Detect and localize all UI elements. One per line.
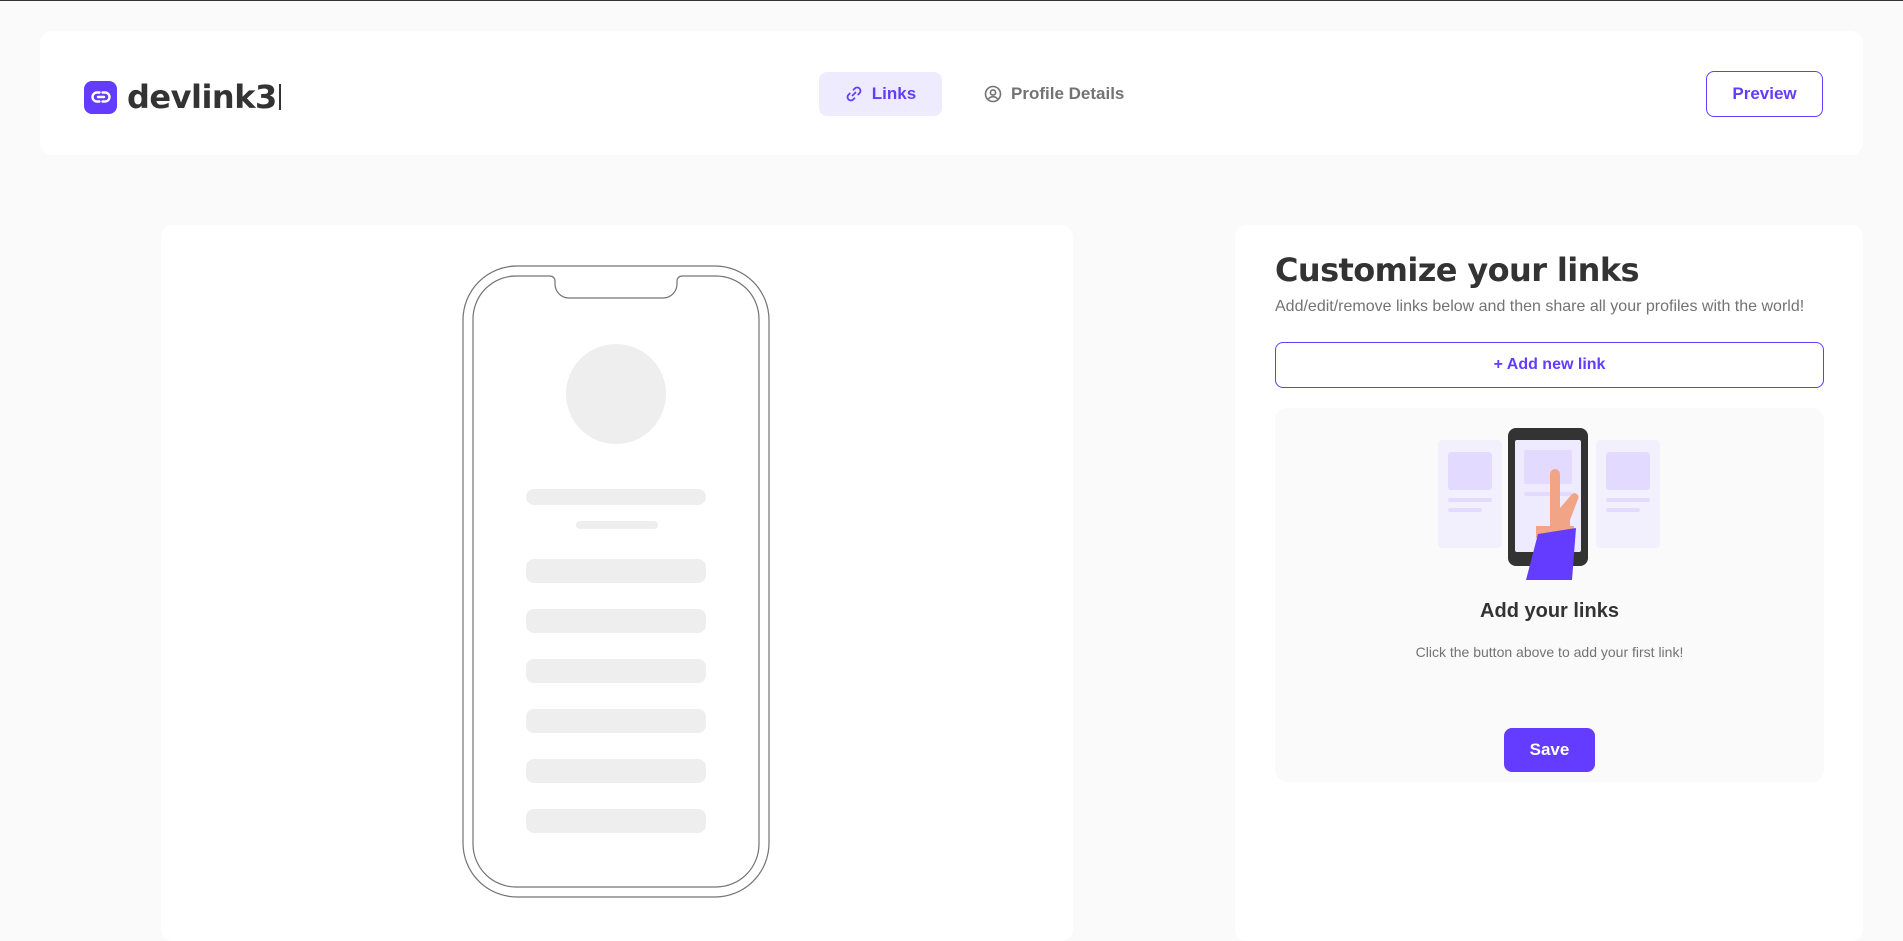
hand-phone-icon xyxy=(1438,428,1660,580)
tab-profile-details-label: Profile Details xyxy=(1011,84,1125,103)
tab-profile-details[interactable]: Profile Details xyxy=(958,72,1150,116)
add-new-link-button[interactable]: + Add new link xyxy=(1275,342,1824,388)
links-editor-panel: Customize your links Add/edit/remove lin… xyxy=(1235,225,1863,941)
page-subtitle: Add/edit/remove links below and then sha… xyxy=(1275,298,1805,315)
app-logo[interactable]: devlink3 xyxy=(84,78,281,116)
phone-mockup-illustration xyxy=(462,265,770,898)
empty-state-card: Add your links Click the button above to… xyxy=(1275,408,1824,782)
top-nav-bar: devlink3 Links Profile Details Preview xyxy=(40,31,1863,155)
empty-state-text: Click the button above to add your first… xyxy=(1415,644,1684,660)
preview-button[interactable]: Preview xyxy=(1706,71,1823,117)
page-title: Customize your links xyxy=(1275,251,1640,289)
empty-state-title: Add your links xyxy=(1480,600,1619,622)
window-top-border xyxy=(0,0,1903,1)
logo-link-icon xyxy=(84,80,117,114)
tab-links-label: Links xyxy=(871,84,917,103)
main-tabs: Links Profile Details xyxy=(819,72,1150,116)
phone-preview-panel xyxy=(161,225,1073,941)
tab-links[interactable]: Links xyxy=(819,72,942,116)
logo-text: devlink3 xyxy=(127,78,277,116)
link-icon xyxy=(846,86,862,102)
save-button[interactable]: Save xyxy=(1504,728,1595,772)
text-cursor xyxy=(278,84,281,110)
user-circle-icon xyxy=(984,85,1002,103)
